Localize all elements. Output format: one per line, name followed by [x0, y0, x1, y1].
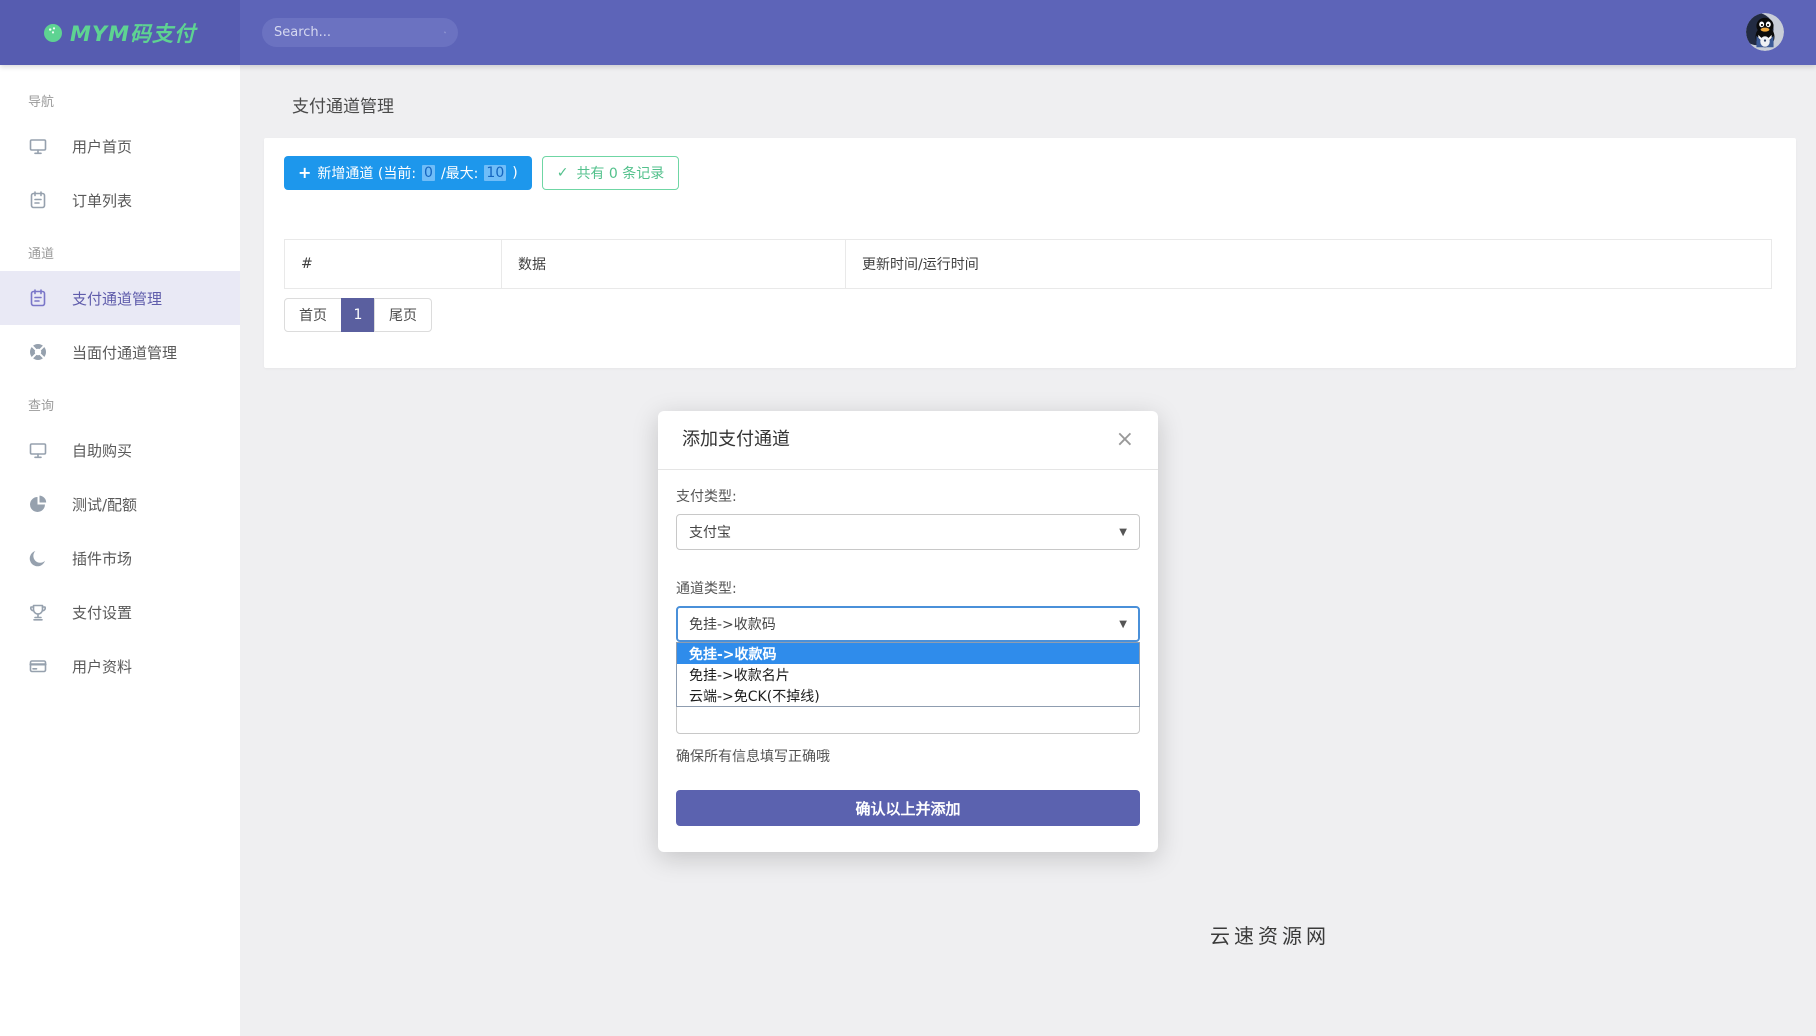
search-input[interactable] — [274, 25, 444, 40]
modal-body: 支付类型: 支付宝 ▼ 通道类型: 免挂->收款码 ▼ 免挂->收款码 免挂->… — [658, 486, 1158, 826]
dropdown-option-cloud[interactable]: 云端->免CK(不掉线) — [677, 685, 1139, 706]
sidebar-item-test-quota[interactable]: 测试/配额 — [0, 477, 240, 531]
pay-type-value: 支付宝 — [689, 522, 731, 542]
sidebar-item-order-list[interactable]: 订单列表 — [0, 173, 240, 227]
dropdown-option-qrcode[interactable]: 免挂->收款码 — [677, 643, 1139, 664]
clipboard-icon — [28, 190, 48, 210]
sidebar-item-payment-settings[interactable]: 支付设置 — [0, 585, 240, 639]
confirm-add-button[interactable]: 确认以上并添加 — [676, 790, 1140, 826]
sidebar-section-channel: 通道 — [0, 233, 240, 271]
close-icon[interactable]: × — [1116, 430, 1134, 450]
check-icon: ✓ — [557, 165, 569, 181]
add-channel-prefix: 新增通道 (当前: — [317, 163, 416, 183]
clipboard-icon — [28, 288, 48, 308]
add-channel-button[interactable]: + 新增通道 (当前: 0 /最大: 10 ) — [284, 156, 532, 190]
trophy-icon — [28, 602, 48, 622]
pie-chart-icon — [28, 494, 48, 514]
channel-type-select[interactable]: 免挂->收款码 ▼ — [676, 606, 1140, 642]
chevron-down-icon: ▼ — [1119, 619, 1127, 630]
search-icon[interactable] — [444, 24, 446, 41]
sidebar-item-self-buy[interactable]: 自助购买 — [0, 423, 240, 477]
add-channel-mid: /最大: — [441, 163, 478, 183]
record-count-label: 共有 0 条记录 — [576, 163, 664, 183]
pagination: 首页 1 尾页 — [284, 298, 432, 332]
bowling-ball-icon — [44, 24, 62, 42]
sidebar-item-label: 测试/配额 — [72, 494, 137, 515]
extra-input[interactable] — [676, 704, 1140, 734]
sidebar-item-f2f-channel[interactable]: 当面付通道管理 — [0, 325, 240, 379]
plus-icon: + — [298, 165, 311, 181]
add-channel-suffix: ) — [512, 165, 517, 181]
sidebar-item-user-home[interactable]: 用户首页 — [0, 119, 240, 173]
channel-table: # 数据 更新时间/运行时间 — [284, 239, 1772, 289]
add-channel-modal: 添加支付通道 × 支付类型: 支付宝 ▼ 通道类型: 免挂->收款码 ▼ 免挂-… — [658, 411, 1158, 852]
sidebar-item-label: 支付设置 — [72, 602, 132, 623]
top-header: MYM码支付 — [0, 0, 1816, 65]
table-header-row: # 数据 更新时间/运行时间 — [285, 240, 1772, 289]
sidebar-item-label: 当面付通道管理 — [72, 342, 177, 363]
pagination-first[interactable]: 首页 — [284, 298, 342, 332]
credit-card-icon — [28, 656, 48, 676]
pay-type-label: 支付类型: — [676, 486, 1140, 506]
app-title: MYM码支付 — [70, 18, 196, 48]
watermark-text: 云速资源网 — [1210, 920, 1330, 949]
sidebar-item-user-profile[interactable]: 用户资料 — [0, 639, 240, 693]
user-avatar[interactable] — [1746, 13, 1784, 51]
page-title: 支付通道管理 — [292, 92, 394, 117]
monitor-icon — [28, 440, 48, 460]
sidebar-item-label: 订单列表 — [72, 190, 132, 211]
table-header-data: 数据 — [502, 240, 846, 289]
sidebar-item-label: 自助购买 — [72, 440, 132, 461]
channel-type-label: 通道类型: — [676, 578, 1140, 598]
record-count-button[interactable]: ✓ 共有 0 条记录 — [542, 156, 680, 190]
sidebar-item-plugin-market[interactable]: 插件市场 — [0, 531, 240, 585]
current-count: 0 — [422, 165, 435, 181]
pagination-current[interactable]: 1 — [341, 298, 375, 332]
channel-type-value: 免挂->收款码 — [689, 614, 776, 634]
search-bar[interactable] — [262, 18, 458, 47]
sidebar-nav: 导航 用户首页 订单列表 通道 支付通道管理 当面付通道管理 查询 — [0, 65, 240, 1036]
channel-card: + 新增通道 (当前: 0 /最大: 10 ) ✓ 共有 0 条记录 # 数据 … — [264, 138, 1796, 368]
moon-icon — [28, 548, 48, 568]
sidebar-item-label: 用户首页 — [72, 136, 132, 157]
sidebar-item-payment-channel[interactable]: 支付通道管理 — [0, 271, 240, 325]
table-header-index: # — [285, 240, 502, 289]
table-header-time: 更新时间/运行时间 — [846, 240, 1772, 289]
chevron-down-icon: ▼ — [1119, 527, 1127, 538]
monitor-icon — [28, 136, 48, 156]
sidebar-item-label: 插件市场 — [72, 548, 132, 569]
life-ring-icon — [28, 342, 48, 362]
channel-type-dropdown: 免挂->收款码 免挂->收款名片 云端->免CK(不掉线) — [676, 642, 1140, 707]
modal-title: 添加支付通道 — [682, 427, 790, 453]
brand-logo: MYM码支付 — [0, 0, 240, 65]
pagination-last[interactable]: 尾页 — [374, 298, 432, 332]
sidebar-item-label: 支付通道管理 — [72, 288, 162, 309]
modal-note: 确保所有信息填写正确哦 — [676, 746, 1140, 766]
dropdown-option-card[interactable]: 免挂->收款名片 — [677, 664, 1139, 685]
sidebar-item-label: 用户资料 — [72, 656, 132, 677]
max-count: 10 — [484, 165, 506, 181]
qq-penguin-icon — [1746, 13, 1784, 51]
modal-header: 添加支付通道 × — [658, 411, 1158, 470]
sidebar-section-query: 查询 — [0, 385, 240, 423]
sidebar-section-nav: 导航 — [0, 81, 240, 119]
pay-type-select[interactable]: 支付宝 ▼ — [676, 514, 1140, 550]
